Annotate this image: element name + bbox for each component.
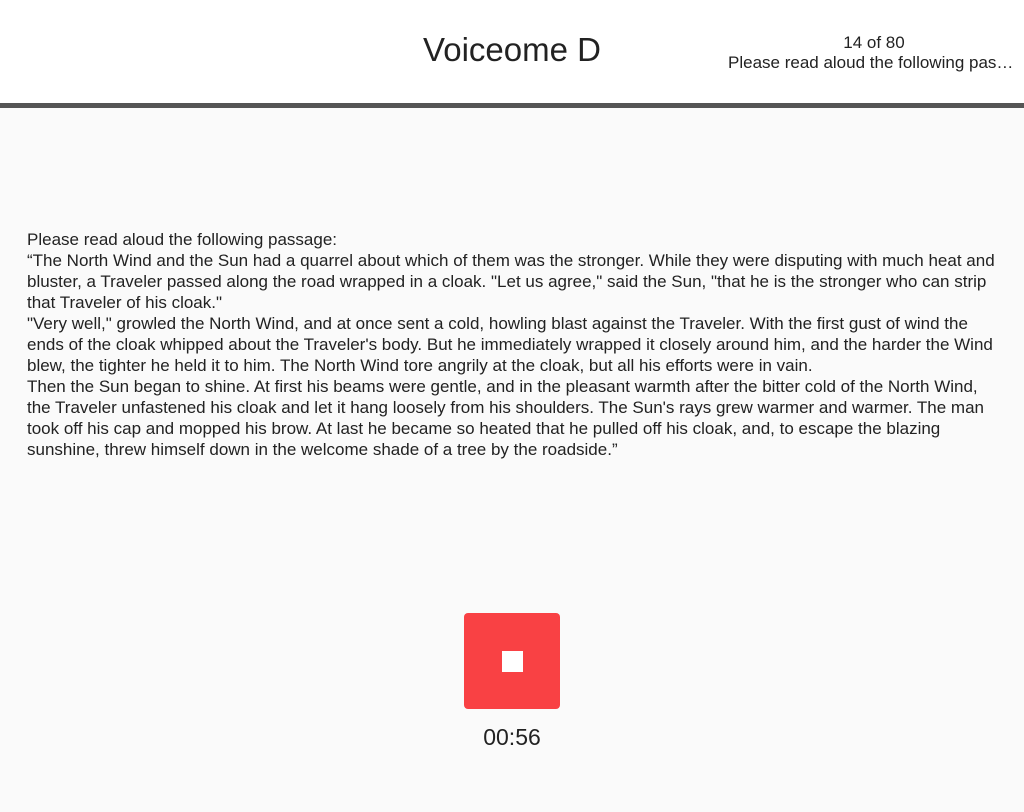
- task-meta: 14 of 80 Please read aloud the following…: [724, 33, 1024, 73]
- task-instruction: Please read aloud the following passage:: [27, 230, 337, 249]
- stop-recording-button[interactable]: [464, 613, 560, 709]
- header-bar: Voiceome D 14 of 80 Please read aloud th…: [0, 0, 1024, 108]
- passage-paragraph-3: Then the Sun began to shine. At first hi…: [27, 377, 984, 459]
- passage-content: Please read aloud the following passage:…: [27, 229, 1002, 460]
- progress-text: 14 of 80: [843, 33, 905, 52]
- recording-timer: 00:56: [483, 724, 541, 750]
- stop-icon: [502, 651, 523, 672]
- passage-paragraph-1: “The North Wind and the Sun had a quarre…: [27, 251, 995, 312]
- task-instruction-preview: Please read aloud the following passage:: [728, 53, 1020, 72]
- progress-counter: 14 of 80: [724, 33, 1024, 53]
- recorder-controls: 00:56: [0, 613, 1024, 763]
- passage-paragraph-2: "Very well," growled the North Wind, and…: [27, 314, 993, 375]
